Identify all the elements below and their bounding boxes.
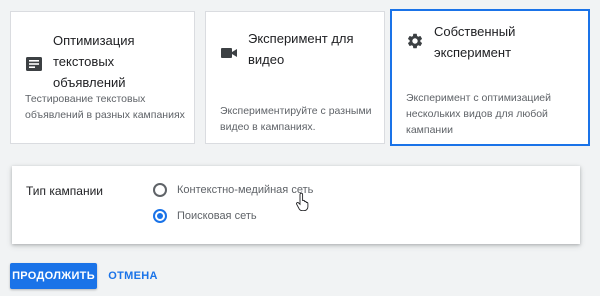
- campaign-type-label: Тип кампании: [26, 184, 103, 198]
- radio-label: Поисковая сеть: [177, 210, 257, 222]
- card-description: Экспериментируйте с разными видео в камп…: [220, 105, 372, 133]
- card-header: Собственный эксперимент: [406, 21, 554, 63]
- radio-option-display-network[interactable]: Контекстно-медийная сеть: [153, 183, 313, 197]
- radio-button[interactable]: [153, 183, 167, 197]
- hand-pointer-icon: [296, 193, 309, 211]
- gear-icon: [408, 33, 423, 49]
- radio-label: Контекстно-медийная сеть: [177, 184, 314, 196]
- card-description: Тестирование текстовых объявлений в разн…: [25, 93, 185, 121]
- radio-option-search-network[interactable]: Поисковая сеть: [153, 209, 257, 223]
- card-text-ad-optimization[interactable]: Оптимизация текстовых объявлений Тестиро…: [10, 11, 195, 144]
- videocam-icon: [221, 48, 237, 58]
- card-description: Эксперимент с оптимизацией нескольких ви…: [406, 92, 552, 136]
- radio-button[interactable]: [153, 209, 167, 223]
- cancel-button[interactable]: ОТМЕНА: [107, 263, 159, 289]
- card-header: Оптимизация текстовых объявлений: [25, 30, 173, 93]
- card-video-experiment[interactable]: Эксперимент для видео Экспериментируйте …: [205, 11, 385, 144]
- continue-button[interactable]: ПРОДОЛЖИТЬ: [10, 263, 97, 289]
- card-header: Эксперимент для видео: [220, 28, 378, 70]
- experiment-type-cards: Оптимизация текстовых объявлений Тестиро…: [10, 9, 590, 146]
- card-custom-experiment[interactable]: Собственный эксперимент Эксперимент с оп…: [390, 9, 590, 146]
- card-title: Эксперимент для видео: [248, 31, 354, 67]
- card-title: Собственный эксперимент: [434, 24, 516, 60]
- text-lines-icon: [26, 57, 42, 71]
- card-title: Оптимизация текстовых объявлений: [53, 33, 135, 90]
